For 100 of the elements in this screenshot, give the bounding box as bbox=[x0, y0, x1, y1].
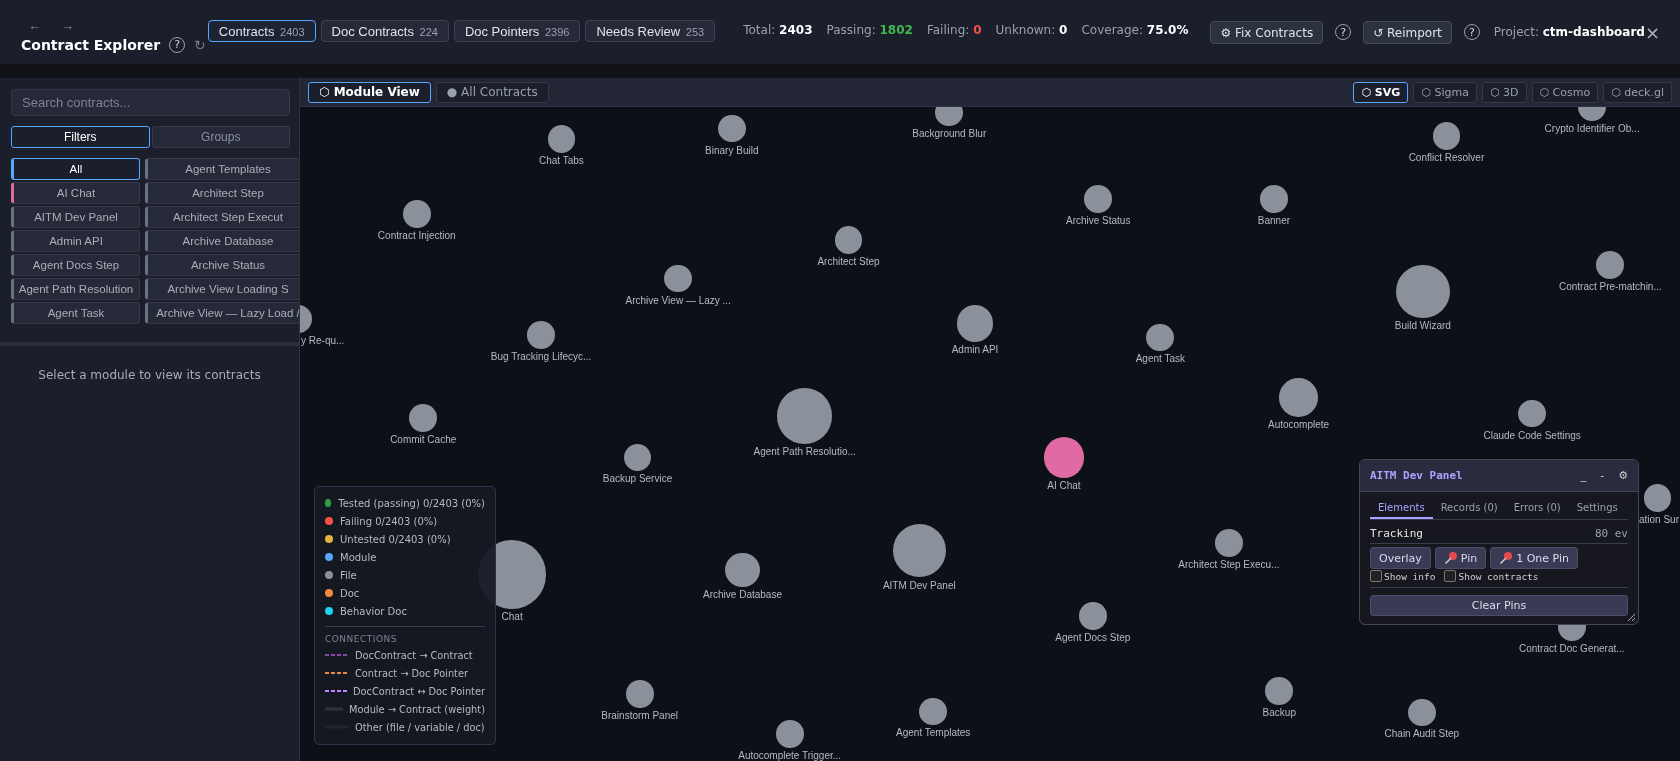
graph-node[interactable] bbox=[935, 107, 964, 127]
node-label: Banner bbox=[1257, 215, 1291, 227]
renderer-button[interactable]: ⬡ Cosmo bbox=[1531, 81, 1599, 103]
node-label: Agent Templates bbox=[896, 727, 971, 739]
panel-tab[interactable]: Errors (0) bbox=[1505, 498, 1569, 519]
legend-label: Module bbox=[340, 551, 377, 563]
nav-arrow[interactable]: ← bbox=[28, 17, 41, 33]
module-filter[interactable]: Archive Status bbox=[145, 254, 299, 276]
action-button[interactable]: ⚙ Fix Contracts bbox=[1210, 20, 1324, 44]
panel-button[interactable]: Overlay bbox=[1370, 547, 1431, 569]
graph-node[interactable] bbox=[1043, 437, 1085, 478]
panel-button[interactable]: Pin bbox=[1434, 547, 1487, 569]
graph-node[interactable] bbox=[1643, 484, 1672, 513]
module-filter[interactable]: Agent Path Resolution bbox=[11, 278, 140, 300]
stat-text: Failing: 0 bbox=[926, 23, 982, 37]
sidebar-tab[interactable]: Groups bbox=[151, 126, 290, 148]
graph-node[interactable] bbox=[717, 114, 746, 143]
graph-node[interactable] bbox=[775, 720, 804, 748]
panel-tab[interactable]: Settings bbox=[1568, 498, 1626, 519]
legend-label: File bbox=[340, 569, 357, 581]
graph-node[interactable] bbox=[1407, 698, 1436, 727]
action-button[interactable]: ↺ Reimport bbox=[1363, 20, 1452, 44]
node-label: Archive Status bbox=[1065, 215, 1131, 227]
renderer-button[interactable]: ⬡ SVG bbox=[1353, 81, 1409, 103]
module-filter[interactable]: Agent Task bbox=[11, 302, 140, 324]
resize-handle-icon[interactable] bbox=[1627, 613, 1636, 622]
checkbox[interactable] bbox=[1444, 570, 1457, 582]
graph-node[interactable] bbox=[1215, 529, 1243, 558]
node-label: Autocomplete bbox=[1268, 418, 1330, 430]
graph-node[interactable] bbox=[725, 552, 760, 588]
graph-node[interactable] bbox=[1078, 602, 1107, 630]
module-filter[interactable]: Admin API bbox=[11, 230, 140, 252]
graph-node[interactable] bbox=[409, 403, 438, 432]
view-mode-button[interactable]: ● All Contracts bbox=[435, 81, 549, 103]
window-control[interactable]: - bbox=[1600, 469, 1605, 482]
graph-node[interactable] bbox=[1432, 122, 1461, 150]
legend-label: Tested (passing) 0/2403 (0%) bbox=[338, 497, 485, 509]
module-filter[interactable]: All bbox=[11, 158, 140, 180]
view-mode-button[interactable]: ⬡ Module View bbox=[308, 81, 431, 103]
node-label: Chat bbox=[501, 610, 523, 622]
module-filter[interactable]: Archive Database bbox=[145, 230, 299, 252]
close-button[interactable]: × bbox=[1644, 21, 1660, 43]
node-label: Archive View — Lazy ... bbox=[625, 294, 731, 306]
module-filter[interactable]: AI Chat bbox=[11, 182, 140, 204]
checkbox[interactable] bbox=[1370, 570, 1382, 582]
node-label: Agent Docs Step bbox=[1055, 632, 1131, 643]
node-label: Backup Service bbox=[602, 473, 673, 485]
module-filter[interactable]: Agent Templates bbox=[145, 158, 299, 180]
renderer-button[interactable]: ⬡ Sigma bbox=[1413, 81, 1477, 103]
graph-node[interactable] bbox=[834, 226, 863, 254]
clear-pins-button[interactable]: Clear Pins bbox=[1370, 595, 1628, 616]
search-field[interactable]: Search contracts... bbox=[11, 89, 290, 116]
graph-node[interactable] bbox=[1279, 378, 1318, 417]
renderer-button[interactable]: ⬡ 3D bbox=[1481, 81, 1527, 103]
legend-label: Other (file / variable / doc) bbox=[355, 721, 485, 733]
nav-arrow[interactable]: → bbox=[61, 17, 74, 33]
node-label: y Re-qu... bbox=[301, 335, 345, 347]
graph-node[interactable] bbox=[664, 264, 693, 293]
view-tab[interactable]: Needs Review 253 bbox=[585, 20, 716, 42]
graph-node[interactable] bbox=[547, 125, 576, 154]
module-filter[interactable]: Architect Step bbox=[145, 182, 299, 204]
window-control[interactable]: ⚙ bbox=[1618, 469, 1628, 482]
view-tab[interactable]: Doc Pointers 2396 bbox=[453, 20, 581, 42]
window-control[interactable]: _ bbox=[1580, 469, 1587, 482]
panel-tab[interactable]: Records (0) bbox=[1432, 498, 1506, 519]
graph-node[interactable] bbox=[1146, 323, 1175, 352]
graph-node[interactable] bbox=[1260, 185, 1288, 214]
node-label: Contract Doc Generat... bbox=[1519, 642, 1625, 654]
graph-node[interactable] bbox=[1518, 399, 1547, 428]
node-label: Autocomplete Trigger... bbox=[738, 749, 842, 761]
checkbox-label: Show contracts bbox=[1458, 570, 1539, 582]
graph-node[interactable] bbox=[956, 305, 994, 342]
module-filter[interactable]: Agent Docs Step bbox=[11, 254, 140, 276]
app-title: Contract Explorer bbox=[21, 36, 161, 53]
module-filter[interactable]: Architect Step Execut bbox=[145, 206, 299, 228]
graph-node[interactable] bbox=[625, 680, 654, 709]
sidebar-tab[interactable]: Filters bbox=[11, 126, 150, 148]
view-tab[interactable]: Doc Contracts 224 bbox=[320, 20, 449, 42]
module-filter[interactable]: Archive View — Lazy Load / bbox=[145, 302, 299, 324]
graph-node[interactable] bbox=[1084, 185, 1113, 214]
pushpin-icon bbox=[1499, 551, 1514, 565]
module-filter[interactable]: Archive View Loading S bbox=[145, 278, 299, 300]
module-filter[interactable]: AITM Dev Panel bbox=[11, 206, 140, 228]
node-label: Claude Code Settings bbox=[1483, 429, 1581, 441]
graph-node[interactable] bbox=[1596, 250, 1625, 279]
panel-tab[interactable]: Elements bbox=[1370, 498, 1433, 519]
graph-node[interactable] bbox=[1265, 677, 1294, 705]
renderer-button[interactable]: ⬡ deck.gl bbox=[1603, 81, 1672, 103]
node-label: Conflict Resolver bbox=[1408, 152, 1485, 163]
graph-node[interactable] bbox=[623, 443, 652, 472]
graph-node[interactable] bbox=[919, 697, 948, 726]
graph-node[interactable] bbox=[527, 321, 555, 350]
view-tab[interactable]: Contracts 2403 bbox=[207, 20, 316, 42]
graph-node[interactable] bbox=[402, 200, 431, 229]
project-name: Project: ctm-dashboard bbox=[1493, 25, 1645, 39]
stat-text: Unknown: 0 bbox=[995, 23, 1068, 37]
panel-button[interactable]: 1 One Pin bbox=[1490, 547, 1578, 569]
refresh-icon[interactable]: ↻ bbox=[194, 36, 206, 53]
node-label: Bug Tracking Lifecyc... bbox=[490, 351, 592, 363]
node-label: Build Wizard bbox=[1394, 320, 1451, 332]
